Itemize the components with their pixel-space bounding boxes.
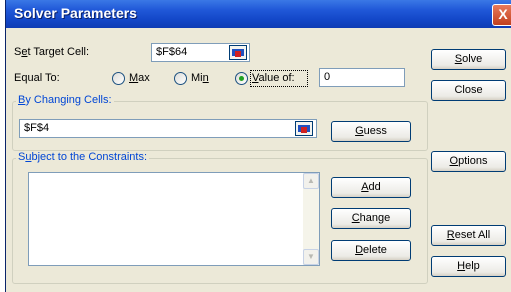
change-button[interactable]: Change (331, 208, 411, 229)
reset-all-button[interactable]: Reset All (431, 225, 506, 246)
constraints-list[interactable]: ▲ ▼ (28, 172, 320, 266)
solver-parameters-dialog: Solver Parameters X Set Target Cell: $F$… (5, 0, 511, 292)
help-button[interactable]: Help (431, 256, 506, 277)
guess-button[interactable]: Guess (331, 121, 411, 142)
constraints-title: Subject to the Constraints: (16, 151, 150, 163)
close-icon[interactable]: X (492, 4, 511, 26)
value-of-radio[interactable] (235, 72, 248, 85)
value-of-radio-label[interactable]: Value of: (252, 72, 295, 84)
close-button[interactable]: Close (431, 80, 506, 101)
min-radio[interactable] (174, 72, 187, 85)
equal-to-label: Equal To: (14, 72, 60, 84)
max-radio[interactable] (112, 72, 125, 85)
add-button[interactable]: Add (331, 177, 411, 198)
options-button[interactable]: Options (431, 151, 506, 172)
target-cell-value: $F$64 (156, 46, 188, 58)
value-of-input[interactable]: 0 (319, 68, 405, 87)
changing-cells-input[interactable]: $F$4 (19, 119, 317, 138)
scroll-up-icon[interactable]: ▲ (303, 173, 319, 189)
changing-cells-title: By Changing Cells: (16, 94, 114, 106)
changing-cells-value: $F$4 (24, 122, 50, 134)
delete-button[interactable]: Delete (331, 240, 411, 261)
solve-button[interactable]: Solve (431, 49, 506, 70)
target-cell-label: Set Target Cell: (14, 46, 90, 58)
scroll-down-icon[interactable]: ▼ (303, 249, 319, 265)
dialog-title: Solver Parameters (14, 5, 137, 21)
min-radio-label[interactable]: Min (191, 72, 209, 84)
max-radio-label[interactable]: Max (129, 72, 150, 84)
changing-cells-collapse-icon[interactable] (295, 121, 313, 136)
value-of-value: 0 (324, 71, 331, 83)
target-cell-collapse-icon[interactable] (229, 45, 247, 60)
constraints-scrollbar[interactable]: ▲ ▼ (303, 173, 319, 265)
title-bar[interactable]: Solver Parameters X (6, 0, 511, 28)
